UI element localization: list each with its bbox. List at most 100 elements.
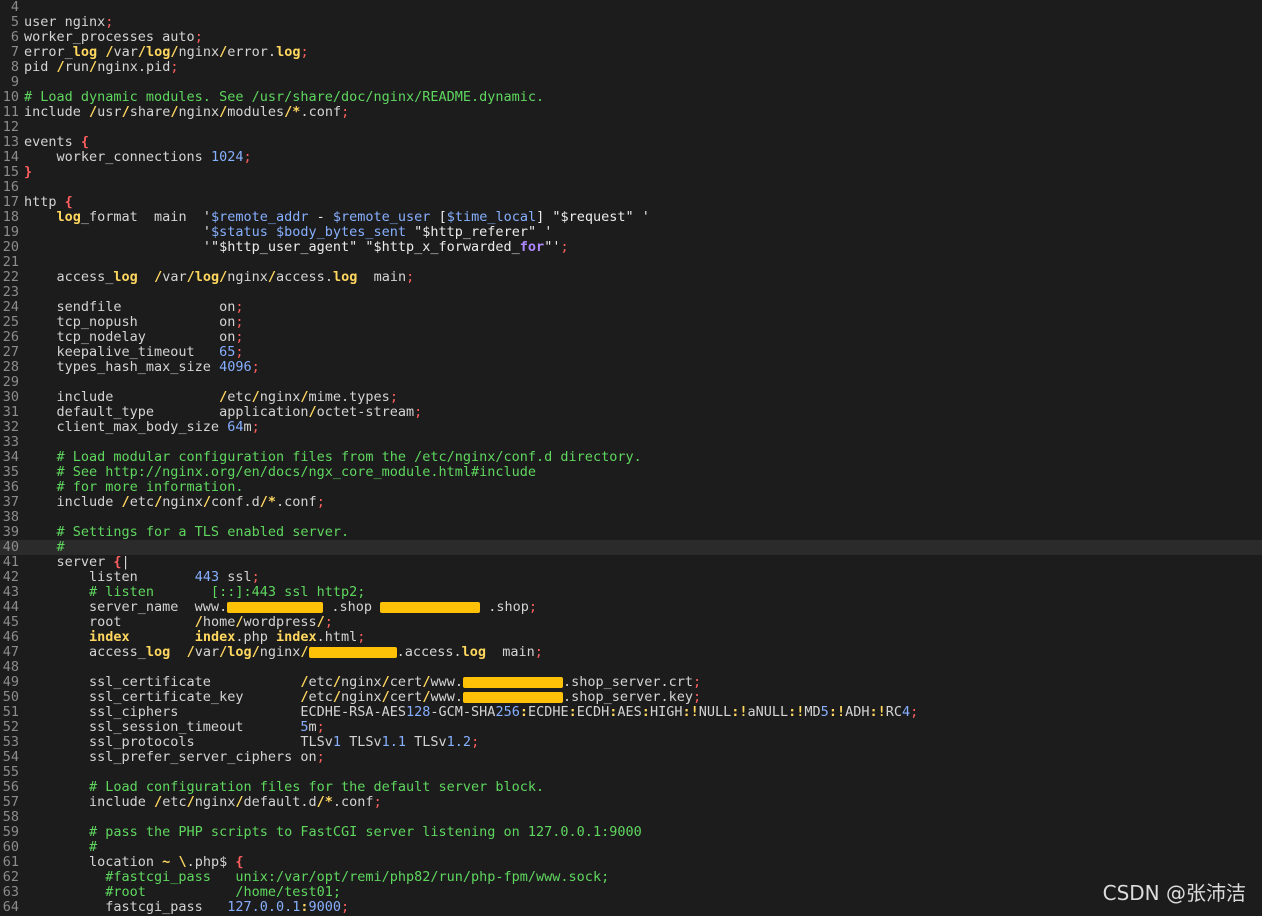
- code-line[interactable]: 63 #root /home/test01;: [0, 885, 1262, 900]
- code-line[interactable]: 33: [0, 435, 1262, 450]
- code-line[interactable]: 35 # See http://nginx.org/en/docs/ngx_co…: [0, 465, 1262, 480]
- code-line[interactable]: 55: [0, 765, 1262, 780]
- code-line[interactable]: 24 sendfile on;: [0, 300, 1262, 315]
- code-line[interactable]: 26 tcp_nodelay on;: [0, 330, 1262, 345]
- code-line[interactable]: 34 # Load modular configuration files fr…: [0, 450, 1262, 465]
- code-line[interactable]: 20 '"$http_user_agent" "$http_x_forwarde…: [0, 240, 1262, 255]
- code-token: /: [154, 494, 163, 510]
- code-token: events: [24, 134, 81, 150]
- code-token: etc: [308, 674, 333, 690]
- code-token: keepalive_timeout: [24, 344, 220, 360]
- code-line[interactable]: 60 #: [0, 840, 1262, 855]
- code-line[interactable]: 19 '$status $body_bytes_sent "$http_refe…: [0, 225, 1262, 240]
- code-line[interactable]: 18 log_format main '$remote_addr - $remo…: [0, 210, 1262, 225]
- code-line[interactable]: 47 access_log /var/log/nginx/.access.log…: [0, 645, 1262, 660]
- code-line[interactable]: 38: [0, 510, 1262, 525]
- code-line[interactable]: 9: [0, 75, 1262, 90]
- code-token: ;: [910, 704, 919, 720]
- code-line[interactable]: 7 error_log /var/log/nginx/error.log;: [0, 45, 1262, 60]
- code-line[interactable]: 42 listen 443 ssl;: [0, 570, 1262, 585]
- code-line[interactable]: 22 access_log /var/log/nginx/access.log …: [0, 270, 1262, 285]
- code-line[interactable]: 61 location ~ \.php$ {: [0, 855, 1262, 870]
- code-line[interactable]: 36 # for more information.: [0, 480, 1262, 495]
- code-line[interactable]: 17 http {: [0, 195, 1262, 210]
- code-line[interactable]: 15}: [0, 165, 1262, 180]
- code-line[interactable]: 58: [0, 810, 1262, 825]
- code-line[interactable]: 46 index index.php index.html;: [0, 630, 1262, 645]
- code-token: ;: [560, 239, 569, 255]
- code-line[interactable]: 54 ssl_prefer_server_ciphers on;: [0, 750, 1262, 765]
- code-line[interactable]: 44 server_name www. .shop .shop;: [0, 600, 1262, 615]
- code-token: home: [202, 614, 236, 630]
- code-line[interactable]: 28 types_hash_max_size 4096;: [0, 360, 1262, 375]
- code-token: ssl_prefer_server_ciphers on: [24, 749, 317, 765]
- code-line[interactable]: 13 events {: [0, 135, 1262, 150]
- code-token: log: [227, 644, 252, 660]
- code-token: index: [275, 629, 317, 645]
- line-number: 15: [2, 164, 19, 180]
- code-line[interactable]: 11 include /usr/share/nginx/modules/*.con…: [0, 105, 1262, 120]
- code-editor[interactable]: 4 5 user nginx; 6 worker_processes auto; 7 err…: [0, 0, 1262, 916]
- code-line[interactable]: 40 #: [0, 540, 1262, 555]
- code-line[interactable]: 50 ssl_certificate_key /etc/nginx/cert/w…: [0, 690, 1262, 705]
- code-line[interactable]: 37 include /etc/nginx/conf.d/*.conf;: [0, 495, 1262, 510]
- line-number: 30: [2, 389, 19, 405]
- code-token: var: [194, 644, 220, 660]
- code-token: log: [113, 269, 138, 285]
- redaction-mark: [227, 601, 324, 613]
- code-token: ;: [235, 299, 244, 315]
- code-line[interactable]: 12: [0, 120, 1262, 135]
- code-line[interactable]: 16: [0, 180, 1262, 195]
- code-line[interactable]: 41 server {|: [0, 555, 1262, 570]
- code-line[interactable]: 49 ssl_certificate /etc/nginx/cert/www..…: [0, 675, 1262, 690]
- code-line[interactable]: 8 pid /run/nginx.pid;: [0, 60, 1262, 75]
- code-token: #fastcgi_pass unix:/var/opt/remi/php82/r…: [24, 869, 610, 885]
- code-line[interactable]: 29: [0, 375, 1262, 390]
- code-token: 4096: [219, 359, 252, 375]
- code-token: # Settings for a TLS enabled server.: [24, 524, 350, 540]
- code-line[interactable]: 52 ssl_session_timeout 5m;: [0, 720, 1262, 735]
- code-token: main: [357, 269, 407, 285]
- code-line[interactable]: 30 include /etc/nginx/mime.types;: [0, 390, 1262, 405]
- code-token: log: [332, 269, 358, 285]
- line-number: 28: [2, 359, 19, 375]
- code-token: {: [64, 194, 73, 210]
- code-token: for: [519, 239, 545, 255]
- code-token: .conf: [276, 494, 317, 510]
- code-line[interactable]: 14 worker_connections 1024;: [0, 150, 1262, 165]
- code-token: /: [56, 59, 65, 75]
- code-line[interactable]: 48: [0, 660, 1262, 675]
- code-line[interactable]: 59 # pass the PHP scripts to FastCGI ser…: [0, 825, 1262, 840]
- code-line[interactable]: 25 tcp_nopush on;: [0, 315, 1262, 330]
- code-token: 4: [902, 704, 911, 720]
- code-line[interactable]: 32 client_max_body_size 64m;: [0, 420, 1262, 435]
- code-token: # Load modular configuration files from …: [24, 449, 642, 465]
- code-token: /: [186, 269, 195, 285]
- code-line[interactable]: 31 default_type application/octet-stream…: [0, 405, 1262, 420]
- code-token: ] "$request" ': [536, 209, 650, 225]
- line-number: 18: [2, 209, 19, 225]
- code-token: 256: [495, 704, 520, 720]
- code-line[interactable]: 4: [0, 0, 1262, 15]
- code-line[interactable]: 53 ssl_protocols TLSv1 TLSv1.1 TLSv1.2;: [0, 735, 1262, 750]
- code-line[interactable]: 6 worker_processes auto;: [0, 30, 1262, 45]
- code-line[interactable]: 27 keepalive_timeout 65;: [0, 345, 1262, 360]
- code-line[interactable]: 5 user nginx;: [0, 15, 1262, 30]
- code-token: .conf: [332, 794, 374, 810]
- code-line[interactable]: 21: [0, 255, 1262, 270]
- code-line[interactable]: 64 fastcgi_pass 127.0.0.1:9000;: [0, 900, 1262, 915]
- code-line[interactable]: 57 include /etc/nginx/default.d/*.conf;: [0, 795, 1262, 810]
- redaction-mark: [308, 646, 397, 658]
- code-line[interactable]: 43 # listen [::]:443 ssl http2;: [0, 585, 1262, 600]
- code-token: ;: [251, 569, 260, 585]
- code-line[interactable]: 51 ssl_ciphers ECDHE-RSA-AES128-GCM-SHA2…: [0, 705, 1262, 720]
- code-line[interactable]: 23: [0, 285, 1262, 300]
- code-line[interactable]: 39 # Settings for a TLS enabled server.: [0, 525, 1262, 540]
- code-line[interactable]: 45 root /home/wordpress/;: [0, 615, 1262, 630]
- code-line[interactable]: 10 # Load dynamic modules. See /usr/share…: [0, 90, 1262, 105]
- code-line[interactable]: 62 #fastcgi_pass unix:/var/opt/remi/php8…: [0, 870, 1262, 885]
- code-token: ;: [300, 44, 309, 60]
- code-token: /: [186, 794, 195, 810]
- code-line[interactable]: 56 # Load configuration files for the de…: [0, 780, 1262, 795]
